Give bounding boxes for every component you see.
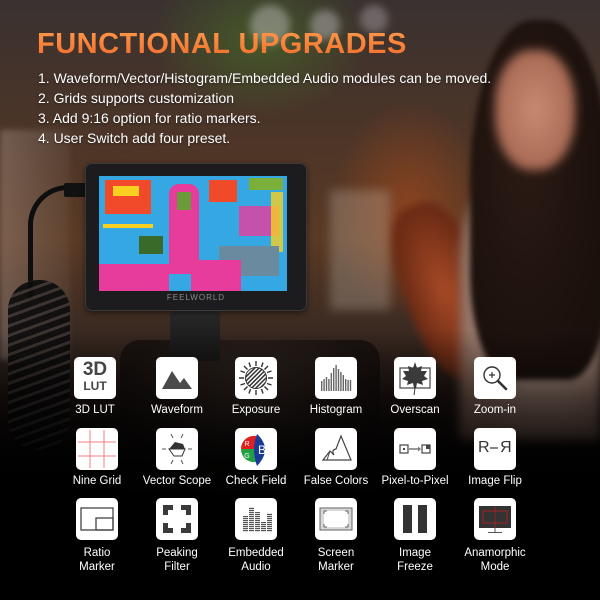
histogram-icon bbox=[315, 357, 357, 399]
function-label-line1: Anamorphic bbox=[464, 547, 526, 559]
function-label: Exposure bbox=[231, 404, 281, 416]
function-label: Vector Scope bbox=[142, 475, 212, 487]
image-flip-icon: R R bbox=[474, 428, 516, 470]
false-colors-icon bbox=[315, 428, 357, 470]
function-label: Ratio Marker bbox=[57, 546, 137, 574]
function-label: Anamorphic Mode bbox=[455, 546, 535, 574]
function-label: Screen Marker bbox=[296, 546, 376, 574]
check-field-icon: R G B bbox=[235, 428, 277, 470]
function-label-line2: Filter bbox=[164, 561, 190, 573]
check-field-b: B bbox=[258, 443, 266, 457]
waveform-icon bbox=[156, 357, 198, 399]
check-field-g: G bbox=[244, 453, 249, 460]
function-anamorphic-mode[interactable]: Anamorphic Mode bbox=[455, 498, 535, 574]
function-label-line1: Embedded bbox=[228, 547, 284, 559]
function-zoom-in[interactable]: Zoom-in bbox=[455, 357, 535, 417]
function-overscan[interactable]: Overscan bbox=[375, 357, 455, 417]
screen-marker-icon bbox=[315, 498, 357, 540]
function-label: Peaking Filter bbox=[137, 546, 217, 574]
function-label: False Colors bbox=[303, 475, 369, 487]
function-check-field[interactable]: R G B Check Field bbox=[216, 428, 296, 488]
function-label: Overscan bbox=[390, 404, 440, 416]
function-label-line2: Mode bbox=[480, 561, 510, 573]
function-waveform[interactable]: Waveform bbox=[137, 357, 217, 417]
function-label-line1: Peaking bbox=[156, 547, 198, 559]
function-vector-scope[interactable]: Vector Scope bbox=[137, 428, 217, 488]
3d-lut-icon: 3D LUT bbox=[74, 357, 116, 399]
flip-glyph-r-mirrored: R bbox=[500, 439, 512, 456]
function-image-freeze[interactable]: Image Freeze bbox=[375, 498, 455, 574]
vector-scope-icon bbox=[156, 428, 198, 470]
function-embedded-audio[interactable]: Embedded Audio bbox=[216, 498, 296, 574]
peaking-filter-icon bbox=[156, 498, 198, 540]
flip-glyph-dash bbox=[490, 447, 498, 449]
check-field-r: R bbox=[244, 441, 249, 448]
ratio-marker-icon bbox=[76, 498, 118, 540]
image-freeze-icon bbox=[394, 498, 436, 540]
function-grid: 3D LUT 3D LUT Waveform Exposure Histogra… bbox=[0, 0, 600, 600]
function-label: Check Field bbox=[225, 475, 287, 487]
function-label-line2: Marker bbox=[79, 561, 115, 573]
pixel-to-pixel-icon bbox=[394, 428, 436, 470]
function-label: Image Flip bbox=[468, 475, 522, 487]
3d-lut-glyph-top: 3D bbox=[82, 359, 108, 380]
function-label-line2: Audio bbox=[241, 561, 271, 573]
nine-grid-icon bbox=[76, 428, 118, 470]
function-exposure[interactable]: Exposure bbox=[216, 357, 296, 417]
function-label: Pixel-to-Pixel bbox=[381, 475, 449, 487]
function-label-line1: Image bbox=[399, 547, 431, 559]
function-label: Waveform bbox=[151, 404, 203, 416]
embedded-audio-icon bbox=[235, 498, 277, 540]
function-image-flip[interactable]: R R Image Flip bbox=[455, 428, 535, 488]
function-screen-marker[interactable]: Screen Marker bbox=[296, 498, 376, 574]
function-3d-lut[interactable]: 3D LUT 3D LUT bbox=[55, 357, 135, 417]
exposure-icon bbox=[235, 357, 277, 399]
function-pixel-to-pixel[interactable]: Pixel-to-Pixel bbox=[375, 428, 455, 488]
flip-glyph-r: R bbox=[478, 439, 490, 456]
zoom-in-icon bbox=[474, 357, 516, 399]
function-label: Image Freeze bbox=[375, 546, 455, 574]
function-nine-grid[interactable]: Nine Grid bbox=[57, 428, 137, 488]
function-ratio-marker[interactable]: Ratio Marker bbox=[57, 498, 137, 574]
function-label: Zoom-in bbox=[473, 404, 517, 416]
function-label-line2: Freeze bbox=[397, 561, 433, 573]
function-peaking-filter[interactable]: Peaking Filter bbox=[137, 498, 217, 574]
function-label-line1: Ratio bbox=[83, 547, 111, 559]
function-label: 3D LUT bbox=[75, 404, 115, 416]
function-label: Nine Grid bbox=[72, 475, 122, 487]
function-label: Embedded Audio bbox=[216, 546, 296, 574]
function-label-line2: Marker bbox=[318, 561, 354, 573]
function-false-colors[interactable]: False Colors bbox=[296, 428, 376, 488]
function-label: Histogram bbox=[309, 404, 363, 416]
anamorphic-mode-icon bbox=[474, 498, 516, 540]
overscan-icon bbox=[394, 357, 436, 399]
function-histogram[interactable]: Histogram bbox=[296, 357, 376, 417]
3d-lut-glyph-bottom: LUT bbox=[83, 379, 107, 393]
function-label-line1: Screen bbox=[317, 547, 355, 559]
